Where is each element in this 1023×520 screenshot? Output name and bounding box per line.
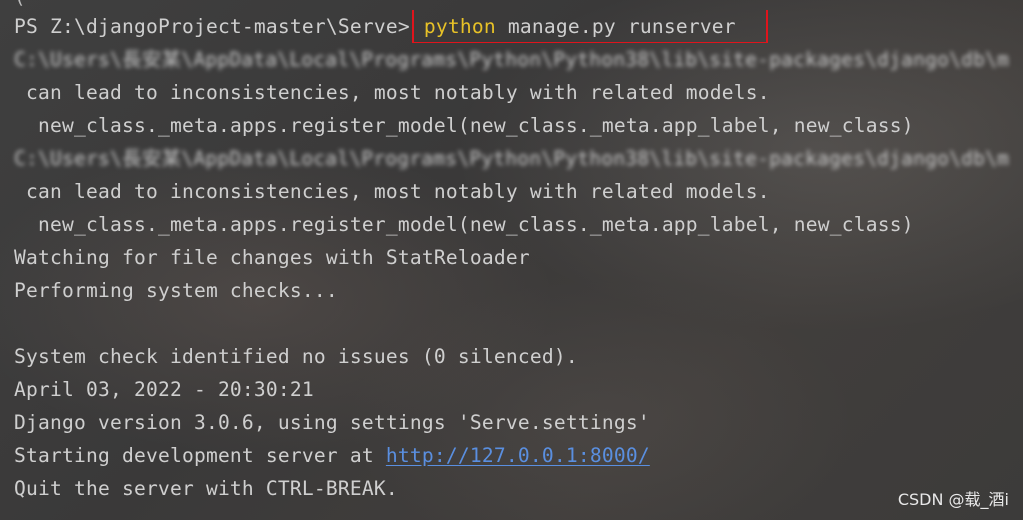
server-start-line: Starting development server at http://12… (14, 439, 1014, 472)
django-version-line: Django version 3.0.6, using settings 'Se… (14, 411, 650, 434)
warning-code-line: new_class._meta.apps.register_model(new_… (38, 213, 914, 236)
server-start-prefix: Starting development server at (14, 444, 386, 467)
warning-line: can lead to inconsistencies, most notabl… (26, 180, 770, 203)
previous-line-fragment: ( (14, 0, 25, 8)
redacted-path-line: C:\Users\長安某\AppData\Local\Programs\Pyth… (14, 48, 1010, 71)
warning-line: can lead to inconsistencies, most notabl… (26, 81, 770, 104)
quit-hint-line: Quit the server with CTRL-BREAK. (14, 477, 398, 500)
command-line: PS Z:\djangoProject-master\Serve> python … (14, 10, 1014, 43)
terminal-output: PS Z:\djangoProject-master\Serve> python … (14, 10, 1014, 505)
performing-checks-line: Performing system checks... (14, 279, 338, 302)
warning-code-line: new_class._meta.apps.register_model(new_… (38, 114, 914, 137)
system-check-line: System check identified no issues (0 sil… (14, 345, 578, 368)
redacted-path-line: C:\Users\長安某\AppData\Local\Programs\Pyth… (14, 147, 1010, 170)
highlighted-command: python manage.py runserver (411, 10, 768, 43)
command-program: python (423, 15, 496, 38)
timestamp-line: April 03, 2022 - 20:30:21 (14, 378, 314, 401)
terminal-window: { "terminal": { "prompt": "PS Z:\\django… (0, 0, 1023, 520)
command-args: manage.py runserver (495, 15, 736, 38)
shell-prompt: PS Z:\djangoProject-master\Serve> (14, 15, 410, 38)
csdn-watermark: CSDN @载_酒i (897, 490, 1009, 509)
watching-line: Watching for file changes with StatReloa… (14, 246, 530, 269)
server-url-link[interactable]: http://127.0.0.1:8000/ (386, 444, 650, 467)
